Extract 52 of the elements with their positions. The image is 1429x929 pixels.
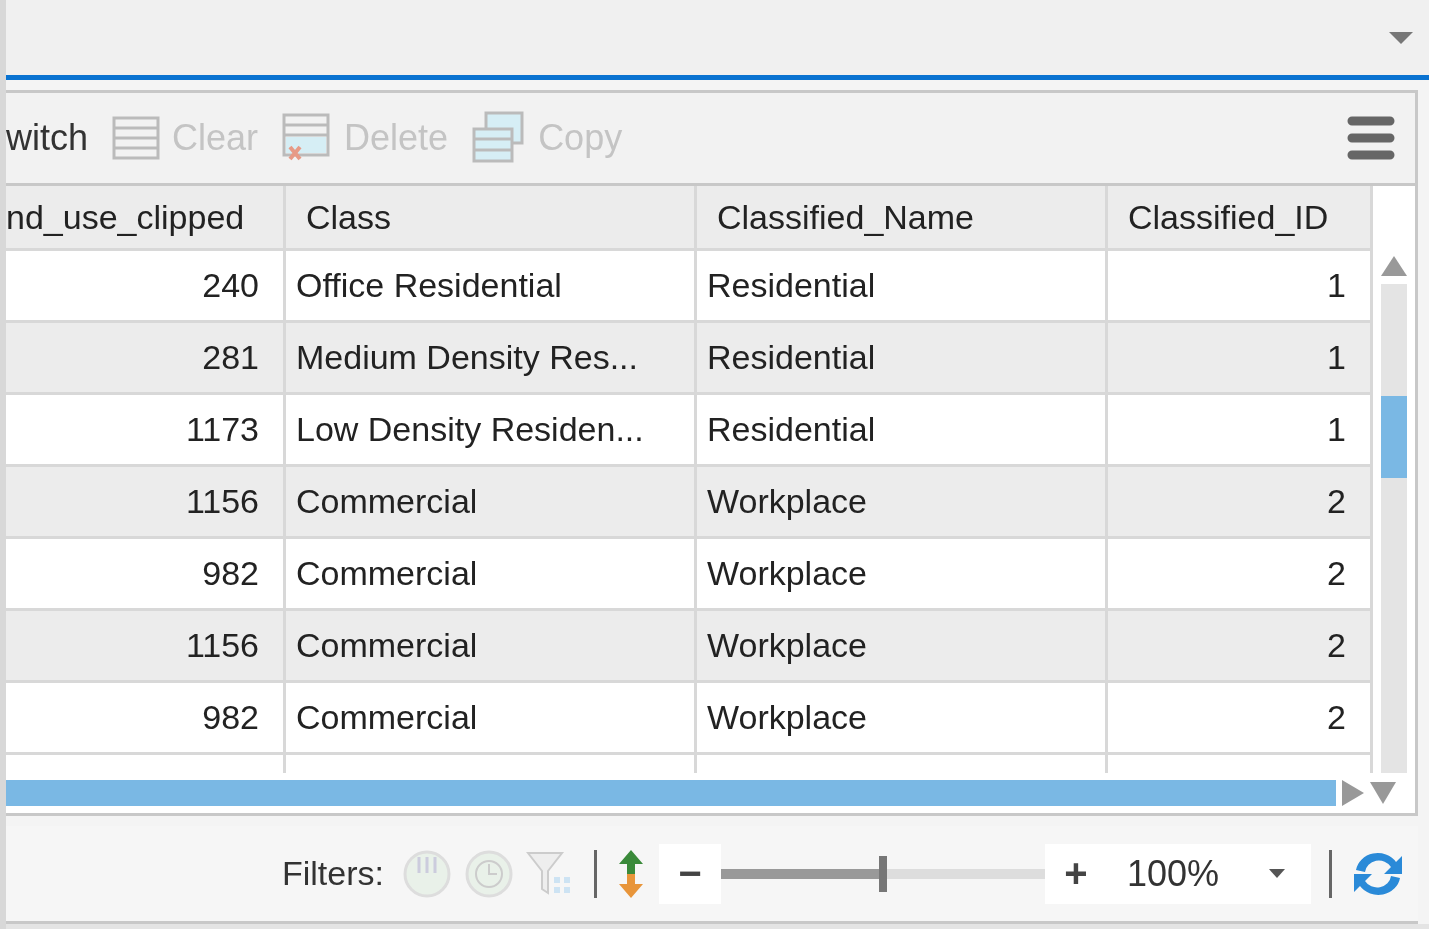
table-cell: Commercial — [286, 611, 697, 680]
copy-icon — [472, 111, 527, 165]
table-cell: Commercial — [286, 539, 697, 608]
table-cell: Low Density Residen... — [286, 395, 697, 464]
table-icon — [112, 116, 161, 160]
zoom-in-button[interactable]: + — [1044, 843, 1107, 904]
table-cell-text: 1 — [1326, 337, 1347, 378]
column-header[interactable]: nd_use_clipped — [6, 186, 286, 248]
clock-icon[interactable] — [463, 848, 514, 899]
column-header[interactable]: Classified_ID — [1108, 186, 1370, 248]
table-cell: Workplace — [697, 683, 1108, 752]
column-header[interactable]: Classified_Name — [697, 186, 1108, 248]
table-cell: 240 — [6, 251, 286, 320]
table-cell: Residential — [697, 251, 1108, 320]
column-header[interactable]: Class — [286, 186, 697, 248]
toolbar-button[interactable]: witch — [6, 117, 107, 159]
scroll-up-icon[interactable] — [1381, 256, 1407, 276]
table-cell-text: 1 — [1326, 409, 1347, 450]
horizontal-scrollbar[interactable] — [6, 780, 1336, 806]
scroll-thumb[interactable] — [1381, 396, 1407, 478]
table-cell: Medium Density Res... — [286, 323, 697, 392]
table-cell-text: 1 — [1326, 265, 1347, 306]
table-cell: 1156 — [6, 611, 286, 680]
table-cell: Residential — [697, 395, 1108, 464]
scroll-right-icon[interactable] — [1342, 780, 1364, 806]
table-cell: Office Residential — [286, 251, 697, 320]
table-cell: 281 — [6, 323, 286, 392]
dropdown-arrow-icon[interactable] — [1269, 869, 1285, 878]
filter-icon[interactable] — [401, 848, 452, 899]
table-cell: 982 — [6, 683, 286, 752]
table-cell-text: 2 — [1326, 697, 1347, 738]
zoom-dropdown[interactable]: 100% — [1106, 843, 1311, 904]
table-cell-text: 2 — [1326, 481, 1347, 522]
table-cell-text: 2 — [1326, 625, 1347, 666]
scroll-down-icon[interactable] — [1370, 782, 1396, 804]
menu-icon[interactable] — [1347, 116, 1395, 160]
table-cell: Workplace — [697, 539, 1108, 608]
table-cell: 982 — [6, 539, 286, 608]
zoom-out-button[interactable]: − — [658, 843, 721, 904]
delete-table-icon — [282, 113, 333, 163]
table-cell: Workplace — [697, 467, 1108, 536]
table-cell: 1156 — [6, 467, 286, 536]
table-cell-text: 2 — [1326, 553, 1347, 594]
table-cell: Commercial — [286, 467, 697, 536]
dropdown-arrow-icon[interactable] — [1389, 31, 1413, 44]
table-cell: Workplace — [697, 611, 1108, 680]
table-cell: Commercial — [286, 683, 697, 752]
table-cell: Residential — [697, 323, 1108, 392]
vertical-scrollbar[interactable] — [1370, 186, 1415, 773]
zoom-slider[interactable] — [720, 855, 1045, 892]
table-cell: 1173 — [6, 395, 286, 464]
filters-label: Filters: — [281, 854, 384, 893]
